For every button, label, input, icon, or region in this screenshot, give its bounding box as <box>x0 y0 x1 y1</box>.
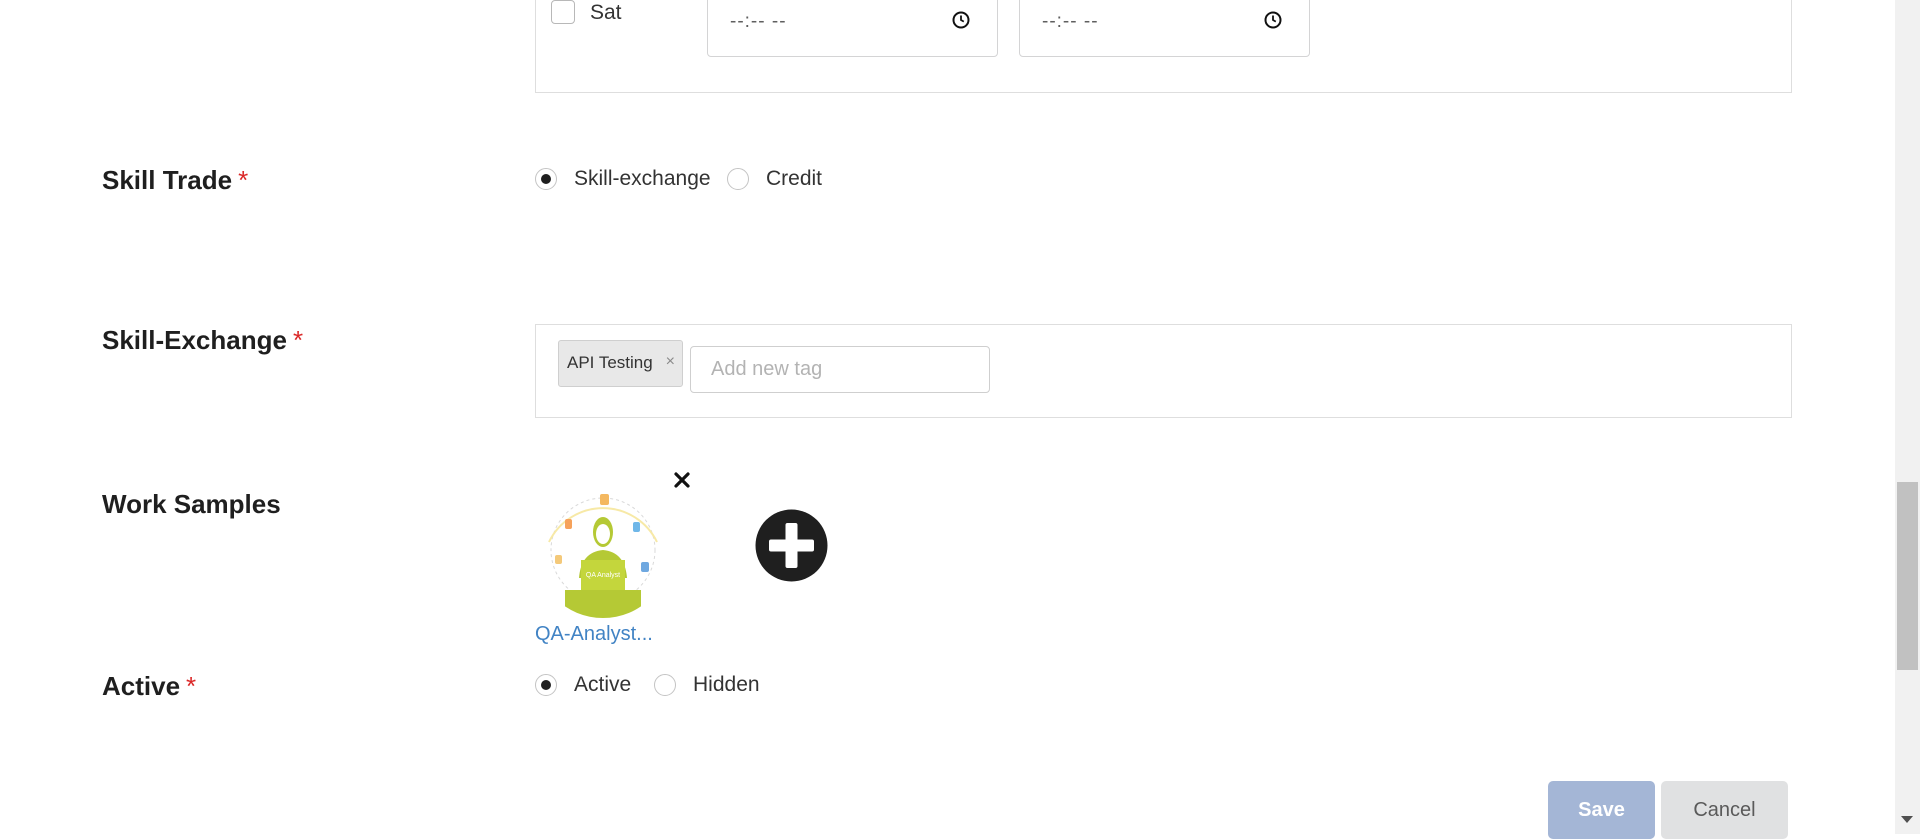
start-time-input[interactable]: --:-- -- <box>707 0 998 57</box>
scrollbar-track[interactable] <box>1895 0 1920 834</box>
thumb-caption: QA Analyst <box>586 572 620 579</box>
sat-checkbox[interactable] <box>551 0 575 24</box>
active-label: Active * <box>102 670 196 702</box>
end-time-input[interactable]: --:-- -- <box>1019 0 1310 57</box>
clock-icon[interactable] <box>1263 10 1283 30</box>
radio-credit-label[interactable]: Credit <box>766 166 822 192</box>
radio-skill-exchange[interactable] <box>535 168 557 190</box>
work-samples-label: Work Samples <box>102 489 281 519</box>
work-sample-link[interactable]: QA-Analyst... <box>535 622 653 646</box>
work-sample-thumbnail[interactable]: QA Analyst <box>535 482 671 618</box>
radio-active-label[interactable]: Active <box>574 672 631 698</box>
radio-active[interactable] <box>535 674 557 696</box>
skill-trade-label: Skill Trade * <box>102 164 248 196</box>
end-time-value: --:-- -- <box>1042 11 1099 32</box>
sat-label: Sat <box>590 1 622 24</box>
active-label-text: Active <box>102 671 181 701</box>
radio-credit[interactable] <box>727 168 749 190</box>
cancel-button[interactable]: Cancel <box>1661 781 1788 839</box>
skill-trade-label-text: Skill Trade <box>102 165 233 195</box>
radio-skill-exchange-label[interactable]: Skill-exchange <box>574 166 711 192</box>
add-tag-input[interactable] <box>690 346 990 393</box>
scroll-down-arrow-icon[interactable] <box>1901 816 1913 823</box>
save-button[interactable]: Save <box>1548 781 1655 839</box>
tag-text: API Testing <box>567 353 653 372</box>
tag-api-testing: API Testing × <box>558 340 683 387</box>
skill-exchange-label-text: Skill-Exchange <box>102 325 287 355</box>
start-time-value: --:-- -- <box>730 11 787 32</box>
required-mark: * <box>292 325 304 355</box>
required-mark: * <box>238 165 249 195</box>
scrollbar-thumb[interactable] <box>1897 482 1918 670</box>
close-icon[interactable] <box>671 469 693 491</box>
skill-exchange-label: Skill-Exchange * <box>102 324 303 356</box>
clock-icon[interactable] <box>951 10 971 30</box>
radio-hidden[interactable] <box>654 674 676 696</box>
radio-hidden-label[interactable]: Hidden <box>693 672 760 698</box>
qa-analyst-image: QA Analyst <box>537 484 669 618</box>
add-circle-icon[interactable] <box>755 509 828 582</box>
tag-remove-icon[interactable]: × <box>666 353 675 371</box>
required-mark: * <box>186 671 197 701</box>
